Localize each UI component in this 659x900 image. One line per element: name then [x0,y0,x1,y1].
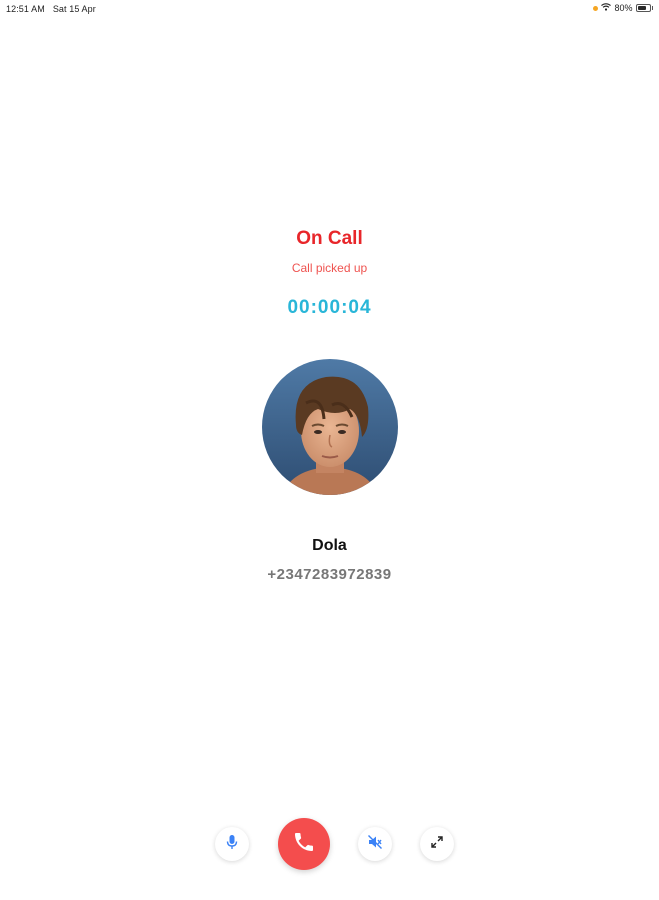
recording-indicator [593,5,599,11]
end-call-button[interactable] [278,818,330,870]
call-status-title: On Call [296,228,363,249]
contact-number: +2347283972839 [267,566,392,583]
mic-icon [225,834,239,855]
contact-avatar [262,359,398,495]
expand-icon [431,835,443,853]
phone-icon [292,830,316,859]
status-bar-left: 12:51 AM Sat 15 Apr [6,4,96,14]
status-bar: 12:51 AM Sat 15 Apr 80% [0,0,659,18]
battery-percent: 80% [614,3,633,13]
mute-mic-button[interactable] [215,827,249,861]
call-status-subtitle: Call picked up [291,261,368,275]
battery-icon [635,4,653,12]
status-bar-right: 80% [593,3,653,13]
call-timer: 00:00:04 [287,297,372,318]
speaker-mute-icon [367,834,383,855]
status-date: Sat 15 Apr [52,4,96,14]
status-time: 12:51 AM [6,4,45,14]
mute-speaker-button[interactable] [358,827,392,861]
contact-name: Dola [312,537,347,554]
expand-button[interactable] [420,827,454,861]
wifi-icon [601,3,612,13]
